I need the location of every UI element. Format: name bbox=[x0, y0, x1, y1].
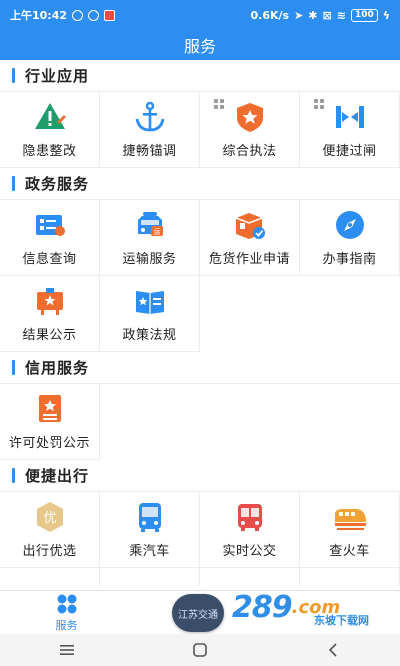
industry-grid: 隐患整改 捷畅锚调 综合执法 便捷过闸 bbox=[0, 92, 400, 168]
anchor-icon bbox=[133, 100, 167, 134]
service-label: 信息查询 bbox=[22, 252, 77, 267]
services-grid-icon bbox=[57, 594, 76, 614]
system-nav-bar bbox=[0, 634, 400, 666]
service-hazmat-application[interactable]: 危货作业申请 bbox=[200, 200, 300, 276]
next-cell bbox=[0, 568, 100, 586]
service-label: 实时公交 bbox=[222, 544, 277, 559]
preferred-badge-icon: 优 bbox=[33, 500, 67, 534]
wifi-icon: ≋ bbox=[336, 8, 346, 22]
service-anchor-dispatch[interactable]: 捷畅锚调 bbox=[100, 92, 200, 168]
service-label: 办事指南 bbox=[322, 252, 377, 267]
multi-app-icon bbox=[314, 99, 324, 109]
alert-notification-icon bbox=[104, 9, 116, 21]
preferred-badge-text: 优 bbox=[43, 511, 56, 526]
service-label: 捷畅锚调 bbox=[122, 144, 177, 159]
network-speed: 0.6K/s bbox=[250, 8, 290, 22]
service-policy[interactable]: 政策法规 bbox=[100, 276, 200, 352]
tab-label: 服务 bbox=[55, 619, 78, 632]
page-title: 服务 bbox=[183, 37, 216, 56]
home-nav-button[interactable] bbox=[180, 640, 220, 660]
permit-badge-icon bbox=[33, 392, 67, 426]
mute-icon: ⊠ bbox=[322, 8, 332, 22]
sync-notification-icon bbox=[88, 9, 100, 21]
service-result-notice[interactable]: 结果公示 bbox=[0, 276, 100, 352]
service-label: 运输服务 bbox=[122, 252, 177, 267]
next-cell bbox=[200, 568, 300, 586]
transport-car-icon: 运 bbox=[133, 208, 167, 242]
status-time: 上午10:42 bbox=[10, 9, 68, 22]
compass-icon bbox=[333, 208, 367, 242]
lightning-icon: ϟ bbox=[382, 8, 390, 22]
location-icon: ➤ bbox=[294, 8, 304, 22]
status-bar: 上午10:42 0.6K/s ➤ ✱ ⊠ ≋ 100 ϟ bbox=[0, 0, 400, 30]
service-label: 查火车 bbox=[329, 544, 370, 559]
app-notification-icon bbox=[72, 9, 84, 21]
service-label: 危货作业申请 bbox=[208, 252, 290, 267]
hazard-warning-icon bbox=[33, 100, 67, 134]
services-scroll-area[interactable]: 行业应用 隐患整改 捷畅锚调 综合执法 便捷过闸 政务服务 信息查询 运 运输服… bbox=[0, 60, 400, 590]
travel-grid: 优 出行优选 乘汽车 实时公交 查火车 bbox=[0, 492, 400, 568]
coach-bus-icon bbox=[133, 500, 167, 534]
service-hazard-rectification[interactable]: 隐患整改 bbox=[0, 92, 100, 168]
section-title: 信用服务 bbox=[25, 359, 90, 377]
info-card-icon bbox=[33, 208, 67, 242]
notice-board-icon bbox=[33, 284, 67, 318]
train-icon bbox=[333, 500, 367, 534]
service-label: 乘汽车 bbox=[129, 544, 170, 559]
service-permit-penalty[interactable]: 许可处罚公示 bbox=[0, 384, 100, 460]
service-label: 结果公示 bbox=[22, 328, 77, 343]
service-label: 隐患整改 bbox=[22, 144, 77, 159]
section-header-travel: 便捷出行 bbox=[0, 460, 400, 492]
back-nav-button[interactable] bbox=[313, 640, 353, 660]
section-title: 行业应用 bbox=[25, 67, 90, 85]
city-bus-icon bbox=[233, 500, 267, 534]
home-square-icon bbox=[193, 643, 207, 657]
app-bar: 服务 bbox=[0, 30, 400, 60]
service-transport[interactable]: 运 运输服务 bbox=[100, 200, 200, 276]
tab-services[interactable]: 服务 bbox=[0, 591, 133, 635]
service-info-query[interactable]: 信息查询 bbox=[0, 200, 100, 276]
police-badge-icon bbox=[233, 100, 267, 134]
section-title: 政务服务 bbox=[25, 175, 90, 193]
menu-icon bbox=[59, 645, 74, 655]
transport-badge-text: 运 bbox=[153, 228, 160, 236]
bluetooth-icon: ✱ bbox=[308, 8, 318, 22]
section-accent-bar bbox=[12, 176, 15, 191]
section-accent-bar bbox=[12, 68, 15, 83]
service-label: 许可处罚公示 bbox=[8, 436, 90, 451]
service-label: 便捷过闸 bbox=[322, 144, 377, 159]
section-header-industry: 行业应用 bbox=[0, 60, 400, 92]
service-label: 综合执法 bbox=[222, 144, 277, 159]
section-accent-bar bbox=[12, 468, 15, 483]
next-row-strip bbox=[0, 568, 400, 586]
multi-app-icon bbox=[214, 99, 224, 109]
menu-nav-button[interactable] bbox=[47, 640, 87, 660]
section-accent-bar bbox=[12, 360, 15, 375]
lock-gate-icon bbox=[333, 100, 367, 134]
section-header-government: 政务服务 bbox=[0, 168, 400, 200]
government-grid: 信息查询 运 运输服务 危货作业申请 办事指南 结果公示 政策法规 bbox=[0, 200, 400, 352]
next-cell bbox=[100, 568, 200, 586]
section-header-credit: 信用服务 bbox=[0, 352, 400, 384]
center-badge-text: 江苏交通 bbox=[178, 609, 218, 621]
service-take-bus[interactable]: 乘汽车 bbox=[100, 492, 200, 568]
service-lock-passage[interactable]: 便捷过闸 bbox=[300, 92, 400, 168]
credit-grid: 许可处罚公示 bbox=[0, 384, 400, 460]
service-train-query[interactable]: 查火车 bbox=[300, 492, 400, 568]
back-chevron-icon bbox=[329, 643, 337, 657]
center-app-badge[interactable]: 江苏交通 bbox=[172, 594, 224, 632]
next-cell bbox=[300, 568, 400, 586]
service-guide[interactable]: 办事指南 bbox=[300, 200, 400, 276]
service-realtime-bus[interactable]: 实时公交 bbox=[200, 492, 300, 568]
battery-icon: 100 bbox=[350, 8, 378, 22]
hazmat-box-icon bbox=[233, 208, 267, 242]
service-law-enforcement[interactable]: 综合执法 bbox=[200, 92, 300, 168]
service-label: 出行优选 bbox=[22, 544, 77, 559]
policy-book-icon bbox=[133, 284, 167, 318]
section-title: 便捷出行 bbox=[25, 467, 90, 485]
service-preferred-travel[interactable]: 优 出行优选 bbox=[0, 492, 100, 568]
service-label: 政策法规 bbox=[122, 328, 177, 343]
